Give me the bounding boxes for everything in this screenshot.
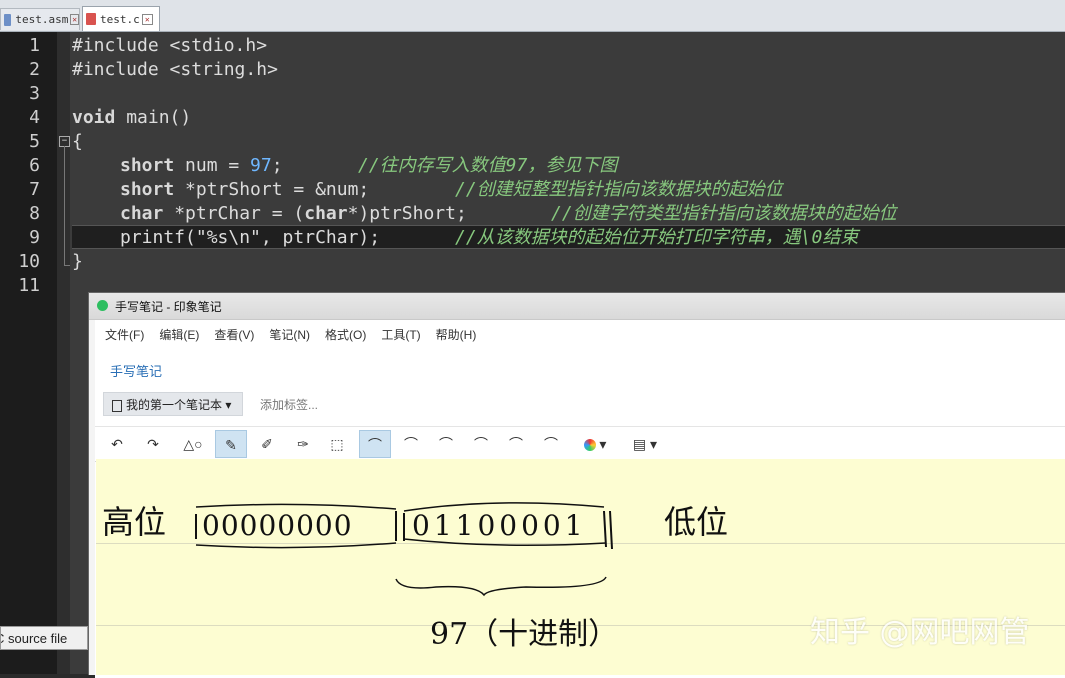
line-number: 4 (29, 107, 40, 128)
menu-tools[interactable]: 工具(T) (381, 326, 420, 343)
note-title[interactable]: 手写笔记 (110, 361, 162, 380)
code-line-7: short *ptrShort = &num; (120, 178, 369, 202)
stroke-6-icon[interactable]: ⌒ (535, 430, 567, 458)
code-text: *)ptrShort; (347, 203, 467, 224)
comment: //往内存写入数值97，参见下图 (358, 155, 618, 176)
fold-line-end (64, 265, 70, 266)
code-line-9: printf("%s\n", ptrChar); (120, 226, 380, 250)
code-text: *ptrChar = ( (163, 203, 305, 224)
evernote-logo-icon (97, 300, 108, 311)
line-number-gutter: 1 2 3 4 5 6 7 8 9 10 11 (0, 32, 57, 674)
code-text: #include <string.h> (72, 59, 278, 80)
code-line-6: short num = 97; (120, 154, 283, 178)
line-number: 11 (18, 275, 40, 296)
comment: //创建字符类型指针指向该数据块的起始位 (551, 203, 897, 224)
stroke-2-icon[interactable]: ⌒ (395, 430, 427, 458)
close-icon[interactable]: ✕ (141, 13, 153, 25)
code-text: ; (271, 155, 283, 176)
stroke-5-icon[interactable]: ⌒ (500, 430, 532, 458)
keyword: void (72, 107, 116, 128)
c-file-icon (86, 13, 96, 25)
window-title: 手写笔记 - 印象笔记 (115, 300, 222, 314)
line-number: 8 (29, 203, 40, 224)
fold-margin (57, 32, 70, 674)
number-literal: 97 (250, 155, 272, 176)
code-text: } (72, 251, 83, 272)
keyword: char (304, 203, 348, 224)
line-number: 3 (29, 83, 40, 104)
status-text: C source file (0, 631, 68, 646)
code-text: { (72, 131, 83, 152)
menu-bar: 文件(F) 编辑(E) 查看(V) 笔记(N) 格式(O) 工具(T) 帮助(H… (105, 326, 476, 343)
code-text: *ptrShort = &num; (174, 179, 370, 200)
redo-icon[interactable]: ↷ (137, 430, 169, 458)
page-style-icon[interactable]: ▤ ▾ (629, 430, 661, 458)
menu-note[interactable]: 笔记(N) (269, 326, 310, 343)
decimal-caption: 97（十进制） (430, 617, 619, 652)
comment: //从该数据块的起始位开始打印字符串，遇\0结束 (455, 227, 859, 248)
editor-tab-bar: test.asm ✕ test.c ✕ (0, 0, 1065, 32)
notebook-row: 我的第一个笔记本 ▾ 添加标签... (103, 392, 1065, 418)
close-icon[interactable]: ✕ (70, 14, 79, 25)
low-bit-label: 低位 (664, 503, 729, 541)
code-line-2: #include <string.h> (72, 58, 278, 82)
notebook-icon (112, 400, 122, 412)
fold-line (64, 146, 65, 266)
handwriting-canvas[interactable]: 高位 00000000 01100001 低位 97（十进制） 知乎 @网吧网管 (96, 459, 1065, 675)
code-text: num = (174, 155, 251, 176)
add-tag-input[interactable]: 添加标签... (260, 396, 318, 413)
line-number: 7 (29, 179, 40, 200)
line-number: 2 (29, 59, 40, 80)
color-picker-icon[interactable]: ▾ (579, 430, 611, 458)
marker-icon[interactable]: ✐ (251, 430, 283, 458)
keyword: short (120, 155, 175, 176)
high-byte-value: 00000000 (202, 509, 353, 542)
stroke-4-icon[interactable]: ⌒ (465, 430, 497, 458)
line-number: 9 (29, 227, 40, 248)
line-number: 5 (29, 131, 40, 152)
evernote-window: 手写笔记 - 印象笔记 文件(F) 编辑(E) 查看(V) 笔记(N) 格式(O… (88, 292, 1065, 678)
comment: //创建短整型指针指向该数据块的起始位 (455, 179, 783, 200)
watermark: 知乎 @网吧网管 (810, 615, 1030, 650)
code-line-8: char *ptrChar = (char*)ptrShort; (120, 202, 467, 226)
select-icon[interactable]: ⬚ (321, 430, 353, 458)
file-type-status: C source file (0, 626, 88, 650)
ink-toolbar: ↶ ↷ △○ ✎ ✐ ✑ ⬚ ⌒ ⌒ ⌒ ⌒ ⌒ ⌒ ▾ ▤ ▾ (95, 426, 1065, 462)
tab-label: test.asm (15, 13, 69, 26)
window-title-bar[interactable]: 手写笔记 - 印象笔记 (89, 293, 1065, 320)
undo-icon[interactable]: ↶ (101, 430, 133, 458)
code-line-1: #include <stdio.h> (72, 34, 267, 58)
code-text: #include <stdio.h> (72, 35, 268, 56)
tab-test-c[interactable]: test.c ✕ (82, 6, 160, 31)
high-bit-label: 高位 (102, 503, 167, 541)
pen-icon[interactable]: ✎ (215, 430, 247, 458)
code-line-10: } (72, 250, 83, 274)
stroke-3-icon[interactable]: ⌒ (430, 430, 462, 458)
tab-test-asm[interactable]: test.asm ✕ (0, 8, 80, 30)
code-text: printf("%s\n", ptrChar); (120, 227, 381, 248)
menu-view[interactable]: 查看(V) (214, 326, 254, 343)
code-text: main() (115, 107, 192, 128)
keyword: short (120, 179, 175, 200)
shapes-icon[interactable]: △○ (177, 430, 209, 458)
line-number: 10 (18, 251, 40, 272)
code-line-5: { (72, 130, 83, 154)
keyword: char (120, 203, 164, 224)
menu-help[interactable]: 帮助(H) (436, 326, 477, 343)
menu-format[interactable]: 格式(O) (325, 326, 366, 343)
line-number: 1 (29, 35, 40, 56)
notebook-label: 我的第一个笔记本 ▾ (126, 398, 232, 412)
menu-file[interactable]: 文件(F) (105, 326, 144, 343)
line-number: 6 (29, 155, 40, 176)
highlighter-icon[interactable]: ✑ (287, 430, 319, 458)
code-line-4: void main() (72, 106, 191, 130)
low-byte-value: 01100001 (412, 509, 587, 542)
asm-file-icon (4, 13, 12, 26)
notebook-selector[interactable]: 我的第一个笔记本 ▾ (103, 392, 243, 416)
menu-edit[interactable]: 编辑(E) (159, 326, 199, 343)
stroke-1-icon[interactable]: ⌒ (359, 430, 391, 458)
tab-label: test.c (100, 12, 140, 26)
